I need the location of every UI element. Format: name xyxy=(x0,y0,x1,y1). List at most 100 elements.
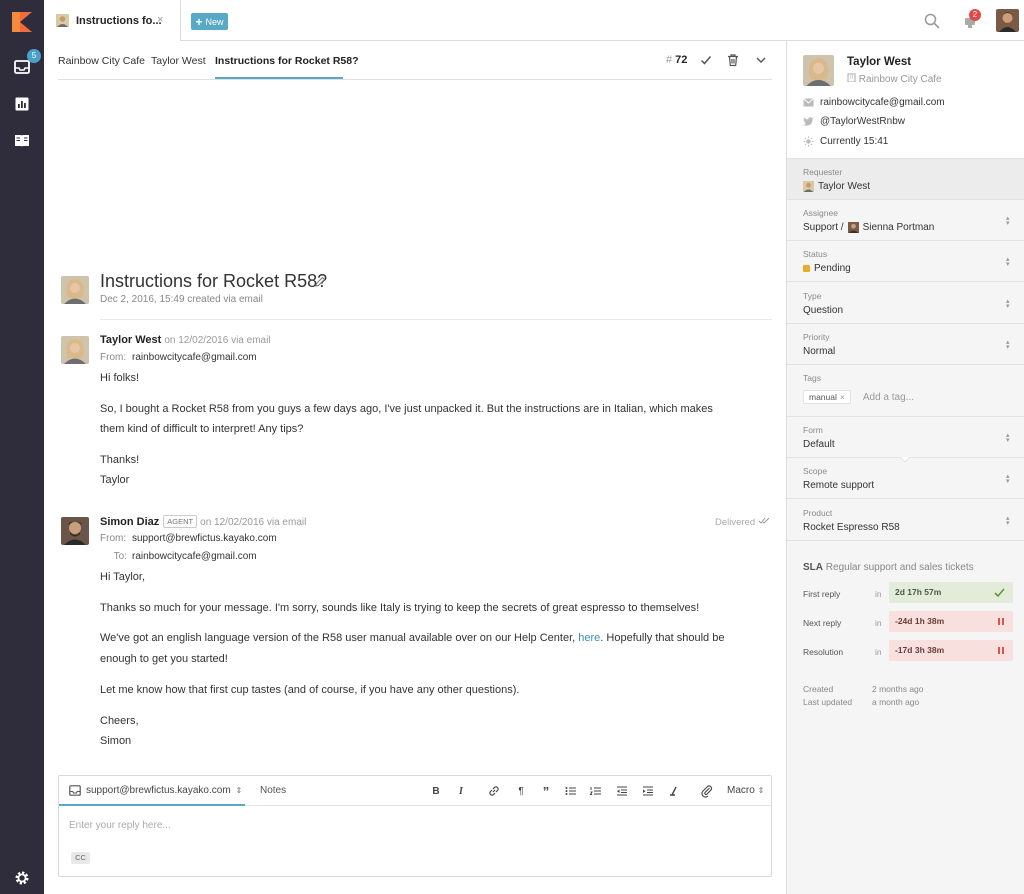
type-field[interactable]: Type Question ▴ ▾ xyxy=(787,283,1024,324)
inbox-icon xyxy=(14,60,30,74)
user-avatar[interactable] xyxy=(996,9,1019,32)
chevron-down-icon[interactable] xyxy=(754,53,768,67)
case-number: #72 xyxy=(666,54,688,66)
field-value: Taylor West xyxy=(803,181,870,192)
sla-label: Resolution xyxy=(803,647,844,657)
reply-channel-select[interactable]: support@brewfictus.kayako.com ⇕ xyxy=(69,785,242,796)
message-body-line: Cheers, xyxy=(100,715,139,727)
tags-field: Tags manual × xyxy=(787,365,1024,417)
requester-field[interactable]: Requester Taylor West xyxy=(787,159,1024,200)
link-icon[interactable] xyxy=(487,784,501,798)
select-arrows-icon: ▴ ▾ xyxy=(1006,515,1010,527)
last-updated-value: a month ago xyxy=(872,697,920,707)
notification-count-badge: 2 xyxy=(969,9,981,21)
sla-in-label: in xyxy=(875,647,882,657)
cc-button[interactable]: CC xyxy=(71,852,90,864)
quote-icon[interactable]: ” xyxy=(539,784,553,799)
sla-in-label: in xyxy=(875,589,882,599)
reports-nav-button[interactable] xyxy=(0,89,44,119)
field-value: Question xyxy=(803,305,844,316)
message-to: To: rainbowcitycafe@gmail.com xyxy=(113,551,257,562)
message-author-avatar xyxy=(61,336,89,364)
requester-avatar-icon xyxy=(803,181,814,192)
select-arrows-icon: ⇕ xyxy=(235,786,243,795)
inbox-icon xyxy=(69,785,81,796)
add-tag-input[interactable] xyxy=(862,391,963,403)
sla-heading: SLA Regular support and sales tickets xyxy=(803,562,974,573)
tab-close-icon[interactable]: × xyxy=(157,14,163,26)
requester-email[interactable]: rainbowcitycafe@gmail.com xyxy=(803,97,945,108)
top-bar: Instructions fo... × + New 2 xyxy=(44,0,1024,41)
breadcrumb-requester[interactable]: Taylor West xyxy=(151,55,206,67)
numbered-list-icon[interactable] xyxy=(589,784,603,798)
message-author-avatar xyxy=(61,517,89,545)
knowledge-base-icon xyxy=(15,135,29,147)
paragraph-icon[interactable]: ¶ xyxy=(514,784,528,798)
product-field[interactable]: Product Rocket Espresso R58 ▴ ▾ xyxy=(787,500,1024,541)
agent-avatar-icon xyxy=(996,9,1019,32)
help-center-link[interactable]: here xyxy=(578,632,600,644)
remove-tag-icon[interactable]: × xyxy=(840,392,845,402)
delivery-status: Delivered xyxy=(715,517,770,528)
breadcrumb-case[interactable]: Instructions for Rocket R58? xyxy=(215,55,359,67)
requester-card: Taylor West Rainbow City Cafe rainbowcit… xyxy=(787,41,1024,159)
requester-avatar-icon xyxy=(61,336,89,364)
select-arrows-icon: ▴ ▾ xyxy=(1006,215,1010,227)
message-body-line: Taylor xyxy=(100,474,130,486)
plus-icon: + xyxy=(195,14,203,29)
message-body-line: them kind of difficult to interpret! Any… xyxy=(100,423,304,435)
building-icon xyxy=(847,73,856,83)
macro-select[interactable]: Macro ⇕ xyxy=(727,785,764,796)
inbox-nav-button[interactable]: 5 xyxy=(0,49,44,82)
left-nav: 5 xyxy=(0,0,44,894)
breadcrumb-organization[interactable]: Rainbow City Cafe xyxy=(58,55,145,67)
checkmark-icon[interactable] xyxy=(699,53,713,67)
trash-icon[interactable] xyxy=(726,53,740,67)
checkmark-icon xyxy=(994,588,1005,598)
notes-tab[interactable]: Notes xyxy=(260,785,286,796)
bulleted-list-icon[interactable] xyxy=(564,784,578,798)
requester-name[interactable]: Taylor West xyxy=(847,56,911,68)
kayako-logo-icon[interactable] xyxy=(12,12,32,32)
breadcrumb: Rainbow City Cafe Taylor West Instructio… xyxy=(58,41,772,80)
bold-icon[interactable]: B xyxy=(429,784,443,798)
requester-avatar xyxy=(61,276,89,304)
knowledge-base-nav-button[interactable] xyxy=(0,126,44,156)
message-body-line: Hi folks! xyxy=(100,372,140,384)
italic-icon[interactable]: I xyxy=(454,784,468,798)
assignee-avatar-icon xyxy=(847,222,859,233)
field-label: Requester xyxy=(803,167,843,177)
created-label: Created xyxy=(803,684,834,694)
last-updated-label: Last updated xyxy=(803,697,853,707)
email-icon xyxy=(803,98,814,107)
priority-field[interactable]: Priority Normal ▴ ▾ xyxy=(787,324,1024,365)
field-label: Assignee xyxy=(803,208,838,218)
case-tab[interactable]: Instructions fo... × xyxy=(44,0,181,41)
tag-pill[interactable]: manual × xyxy=(803,390,851,404)
message-body-line: Thanks so much for your message. I'm sor… xyxy=(100,602,700,614)
new-button[interactable]: + New xyxy=(191,13,228,30)
edit-pencil-icon[interactable] xyxy=(314,276,326,288)
scope-field[interactable]: Scope Remote support ▴ ▾ xyxy=(787,457,1024,499)
field-label: Product xyxy=(803,508,833,518)
reply-composer: support@brewfictus.kayako.com ⇕ Notes B … xyxy=(58,775,772,877)
field-label: Status xyxy=(803,249,828,259)
message-body-line: Simon xyxy=(100,735,132,747)
requester-avatar[interactable] xyxy=(803,55,834,86)
search-icon[interactable] xyxy=(924,13,940,29)
indent-icon[interactable] xyxy=(641,784,655,798)
status-field[interactable]: Status Pending ▴ ▾ xyxy=(787,241,1024,282)
requester-organization[interactable]: Rainbow City Cafe xyxy=(847,73,942,85)
form-field[interactable]: Form Default ▴ ▾ xyxy=(787,417,1024,458)
outdent-icon[interactable] xyxy=(615,784,629,798)
pause-icon xyxy=(998,618,1004,625)
message-body-line: Thanks! xyxy=(100,454,140,466)
field-value: Support / Sienna Portman xyxy=(803,222,935,233)
agent-badge: AGENT xyxy=(163,515,198,528)
clear-format-icon[interactable] xyxy=(667,784,681,798)
attachment-icon[interactable] xyxy=(700,784,714,798)
requester-twitter[interactable]: @TaylorWestRnbw xyxy=(803,116,905,127)
reply-input[interactable] xyxy=(69,816,759,834)
assignee-field[interactable]: Assignee Support / Sienna Portman ▴ ▾ xyxy=(787,200,1024,241)
settings-nav-button[interactable] xyxy=(0,863,44,893)
